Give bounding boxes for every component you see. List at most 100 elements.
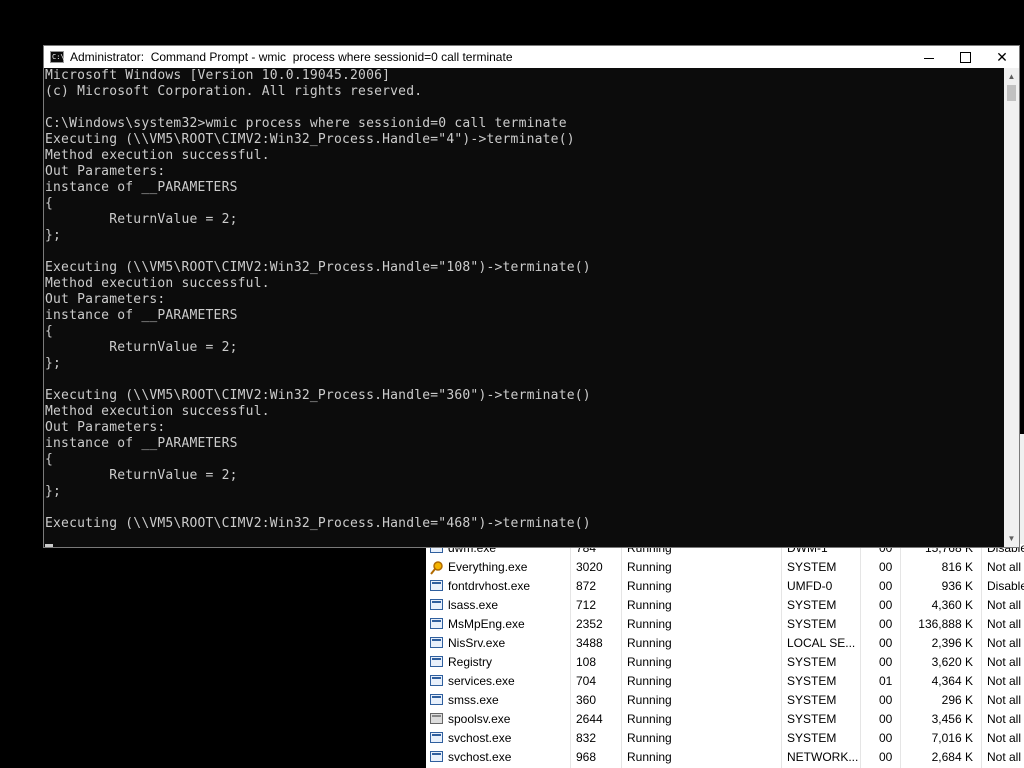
console-line: }; xyxy=(45,356,62,371)
scroll-up-arrow-icon[interactable]: ▲ xyxy=(1004,68,1019,85)
console-scrollbar[interactable]: ▲ ▼ xyxy=(1004,68,1019,547)
console-line: Out Parameters: xyxy=(45,420,166,435)
console-line: C:\Windows\system32>wmic process where s… xyxy=(45,116,567,131)
process-status: Running xyxy=(627,712,672,726)
process-user: SYSTEM xyxy=(787,693,837,707)
process-pid: 108 xyxy=(576,655,597,669)
process-user: SYSTEM xyxy=(787,598,837,612)
process-pid: 2644 xyxy=(576,712,603,726)
process-name: smss.exe xyxy=(448,693,499,707)
table-row[interactable]: services.exe 704 Running SYSTEM 01 4,364 K Not… xyxy=(426,672,1024,691)
process-memory: 2,684 K xyxy=(931,750,973,764)
text-cursor xyxy=(45,544,53,547)
process-pid: 704 xyxy=(576,674,597,688)
console-line: ReturnValue = 2; xyxy=(45,468,238,483)
process-pid: 3488 xyxy=(576,636,603,650)
close-button[interactable]: ✕ xyxy=(983,46,1021,68)
process-user: SYSTEM xyxy=(787,674,837,688)
process-name: svchost.exe xyxy=(448,731,512,745)
console-line: Method execution successful. xyxy=(45,404,270,419)
process-status: Running xyxy=(627,560,672,574)
console-line: Method execution successful. xyxy=(45,276,270,291)
printer-icon xyxy=(430,713,443,724)
console-line: instance of __PARAMETERS xyxy=(45,180,238,195)
table-row[interactable]: lsass.exe 712 Running SYSTEM 00 4,360 K Not al… xyxy=(426,596,1024,615)
console-line: instance of __PARAMETERS xyxy=(45,436,238,451)
process-status: Running xyxy=(627,655,672,669)
app-icon xyxy=(430,751,443,762)
app-icon xyxy=(430,694,443,705)
process-memory: 816 K xyxy=(941,560,973,574)
process-name: spoolsv.exe xyxy=(448,712,511,726)
table-row[interactable]: Registry 108 Running SYSTEM 00 3,620 K Not all xyxy=(426,653,1024,672)
process-memory: 296 K xyxy=(941,693,973,707)
table-row[interactable]: MsMpEng.exe 2352 Running SYSTEM 00 136,888 KN… xyxy=(426,615,1024,634)
process-uac-virtualization: Not all xyxy=(987,731,1022,745)
search-icon xyxy=(430,561,443,575)
process-user: LOCAL SE... xyxy=(787,636,856,650)
console-text: Microsoft Windows [Version 10.0.19045.20… xyxy=(45,68,1003,532)
console-line: Out Parameters: xyxy=(45,292,166,307)
console-line: Method execution successful. xyxy=(45,148,270,163)
minimize-button[interactable] xyxy=(910,46,948,68)
process-uac-virtualization: Not all xyxy=(987,712,1022,726)
process-uac-virtualization: Not all xyxy=(987,674,1022,688)
table-row[interactable]: spoolsv.exe 2644 Running SYSTEM 00 3,456 K Not… xyxy=(426,710,1024,729)
app-icon xyxy=(430,637,443,648)
process-name: services.exe xyxy=(448,674,515,688)
process-user: SYSTEM xyxy=(787,731,837,745)
process-uac-virtualization: Not all xyxy=(987,636,1022,650)
table-row[interactable]: NisSrv.exe 3488 Running LOCAL SE... 00 2,396 … xyxy=(426,634,1024,653)
window-title: Administrator: Command Prompt - wmic pro… xyxy=(70,50,513,64)
maximize-button[interactable] xyxy=(946,46,984,68)
process-pid: 3020 xyxy=(576,560,603,574)
process-name: lsass.exe xyxy=(448,598,499,612)
process-user: SYSTEM xyxy=(787,560,837,574)
table-row[interactable]: fontdrvhost.exe 872 Running UMFD-0 00 936 K Di… xyxy=(426,577,1024,596)
console-line: { xyxy=(45,452,54,467)
title-bar[interactable]: C:\ Administrator: Command Prompt - wmic… xyxy=(44,46,1019,68)
table-row[interactable]: Everything.exe 3020 Running SYSTEM 00 816 K No… xyxy=(426,558,1024,577)
process-name: NisSrv.exe xyxy=(448,636,506,650)
app-icon xyxy=(430,732,443,743)
process-memory: 936 K xyxy=(941,579,973,593)
console-line: Out Parameters: xyxy=(45,164,166,179)
process-name: Everything.exe xyxy=(448,560,528,574)
process-memory: 4,364 K xyxy=(931,674,973,688)
process-uac-virtualization: Not all xyxy=(987,750,1022,764)
process-user: SYSTEM xyxy=(787,655,837,669)
process-memory: 4,360 K xyxy=(931,598,973,612)
maximize-icon xyxy=(959,51,971,63)
process-uac-virtualization: Not all xyxy=(987,617,1022,631)
process-user: NETWORK... xyxy=(787,750,859,764)
table-row[interactable]: smss.exe 360 Running SYSTEM 00 296 K Not all xyxy=(426,691,1024,710)
app-icon xyxy=(430,675,443,686)
process-status: Running xyxy=(627,636,672,650)
process-status: Running xyxy=(627,617,672,631)
console-output[interactable]: Microsoft Windows [Version 10.0.19045.20… xyxy=(45,68,1003,548)
app-icon xyxy=(430,618,443,629)
process-memory: 3,456 K xyxy=(931,712,973,726)
console-line: Executing (\\VM5\ROOT\CIMV2:Win32_Proces… xyxy=(45,516,591,531)
process-status: Running xyxy=(627,750,672,764)
process-pid: 832 xyxy=(576,731,597,745)
scroll-thumb[interactable] xyxy=(1007,85,1016,101)
process-uac-virtualization: Not all xyxy=(987,655,1022,669)
process-user: SYSTEM xyxy=(787,617,837,631)
app-icon xyxy=(430,656,443,667)
table-row[interactable]: svchost.exe 832 Running SYSTEM 00 7,016 K Not … xyxy=(426,729,1024,748)
scroll-down-arrow-icon[interactable]: ▼ xyxy=(1004,530,1019,547)
console-line: ReturnValue = 2; xyxy=(45,340,238,355)
command-prompt-window: C:\ Administrator: Command Prompt - wmic… xyxy=(43,45,1020,548)
console-line: }; xyxy=(45,228,62,243)
process-memory: 136,888 K xyxy=(918,617,973,631)
app-icon xyxy=(430,599,443,610)
process-name: MsMpEng.exe xyxy=(448,617,525,631)
console-line: { xyxy=(45,324,54,339)
console-line: ReturnValue = 2; xyxy=(45,212,238,227)
process-status: Running xyxy=(627,674,672,688)
console-line: Executing (\\VM5\ROOT\CIMV2:Win32_Proces… xyxy=(45,388,591,403)
console-line: instance of __PARAMETERS xyxy=(45,308,238,323)
process-name: fontdrvhost.exe xyxy=(448,579,531,593)
table-row[interactable]: svchost.exe 968 Running NETWORK... 00 2,684 K… xyxy=(426,748,1024,767)
